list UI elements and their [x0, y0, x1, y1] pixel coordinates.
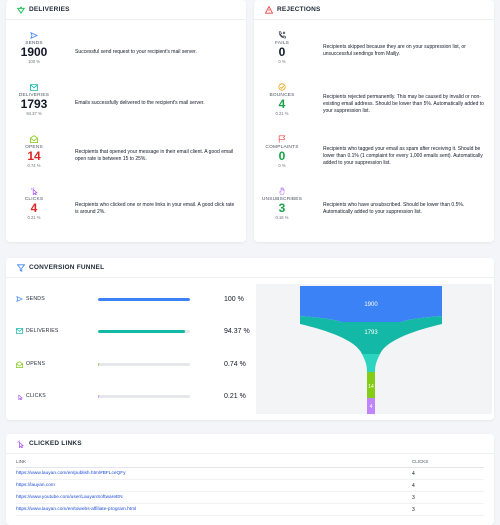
bounce-icon: [278, 82, 286, 92]
deliveries-header-icon: [16, 5, 25, 14]
funnel-header: CONVERSION FUNNEL: [6, 258, 494, 278]
link-clicks: 4: [412, 482, 415, 489]
table-row: https://www.lauyan.com/en/publish.html#B…: [16, 468, 484, 480]
funnel-progress-fill: [98, 362, 99, 366]
funnel-progress-bar: [98, 329, 190, 333]
clicked-links-card: CLICKED LINKS LINK CLICKS https://www.la…: [6, 434, 494, 525]
rejections-header: REJECTIONS: [254, 0, 494, 20]
link-url[interactable]: https://www.youtube.com/user/LauyanSoftw…: [16, 495, 412, 500]
deliveries-card: DELIVERIES SENDS 1900 100 % Successful s…: [6, 0, 246, 242]
link-clicks: 4: [412, 470, 415, 477]
metric-percent: 0 %: [278, 59, 286, 64]
metric-description: Recipients who have unsubscribed. Should…: [323, 202, 465, 215]
metric-description: Emails successfully delivered to the rec…: [75, 100, 205, 106]
funnel-row-label: DELIVERIES: [26, 328, 59, 334]
funnel-row-opens: OPENS 0.74 %: [16, 357, 256, 371]
metric-percent: 0.21 %: [27, 215, 41, 220]
flag-icon: [278, 134, 286, 144]
link-clicks: 3: [412, 494, 415, 501]
cursor-click-icon: [16, 393, 26, 400]
funnel-progress-fill: [98, 329, 185, 333]
metric-value: 1793: [20, 97, 48, 111]
funnel-row-sends: SENDS 100 %: [16, 292, 256, 306]
metric-percent: 0.74 %: [27, 163, 41, 168]
metric-value: 14: [27, 149, 41, 163]
link-url[interactable]: https://www.lauyan.com/en/towebs-affilia…: [16, 507, 412, 512]
metric-description: Recipients rejected permanently. This ma…: [323, 94, 484, 114]
rejections-header-icon: [264, 5, 273, 14]
deliveries-header: DELIVERIES: [6, 0, 246, 20]
send-icon: [30, 30, 38, 40]
funnel-row-label: OPENS: [26, 361, 46, 367]
funnel-chart-label-clicks: 4: [370, 404, 373, 410]
funnel-row-label: SENDS: [26, 296, 45, 302]
funnel-row-percent: 0.74 %: [224, 360, 246, 368]
funnel-row-percent: 94.37 %: [224, 327, 250, 335]
deliveries-title: DELIVERIES: [29, 6, 70, 13]
metric-percent: 0 %: [278, 163, 286, 168]
funnel-chart: 1900 1793 14 4: [256, 284, 492, 414]
send-icon: [16, 296, 26, 302]
metric-description: Recipients who clicked one or more links…: [75, 202, 235, 215]
metric-value: 4: [278, 97, 286, 111]
funnel-row-percent: 0.21 %: [224, 392, 246, 400]
envelope-open-icon: [16, 360, 26, 368]
link-url[interactable]: https://www.lauyan.com/en/publish.html#B…: [16, 471, 412, 476]
envelope-open-icon: [30, 134, 38, 144]
metric-percent: 0.21 %: [275, 111, 289, 116]
funnel-row-clicks: CLICKS 0.21 %: [16, 389, 256, 403]
metric-description: Successful send request to your recipien…: [75, 49, 197, 55]
metric-description: Recipients skipped because they are on y…: [323, 44, 466, 57]
funnel-chart-label-deliveries: 1793: [364, 330, 378, 336]
funnel-header-icon: [16, 263, 25, 272]
funnel-title: CONVERSION FUNNEL: [29, 264, 105, 271]
envelope-check-icon: [30, 82, 38, 92]
metric-percent: 94.37 %: [26, 111, 42, 116]
link-clicks: 3: [412, 506, 415, 513]
hand-icon: [278, 186, 286, 196]
table-row: https://www.lauyan.com/en/towebs-affilia…: [16, 504, 484, 516]
metric-percent: 100 %: [28, 59, 40, 64]
phone-x-icon: [278, 30, 286, 40]
metric-percent: 0.16 %: [275, 215, 289, 220]
table-row: https://www.youtube.com/user/LauyanSoftw…: [16, 492, 484, 504]
rejections-title: REJECTIONS: [277, 6, 321, 13]
metric-value: 3: [278, 201, 286, 215]
funnel-progress-bar: [98, 394, 190, 398]
funnel-row-deliveries: DELIVERIES 94.37 %: [16, 324, 256, 338]
rejections-card: REJECTIONS FAILS 0 0 % Recipients skippe…: [254, 0, 494, 242]
metric-value: 0: [278, 149, 286, 163]
links-header: CLICKED LINKS: [6, 434, 494, 454]
metric-description: Recipients that opened your message in t…: [75, 149, 234, 162]
column-header-link: LINK: [16, 459, 27, 464]
metric-value: 0: [278, 45, 286, 59]
funnel-chart-label-sends: 1900: [364, 302, 378, 308]
metric-value: 4: [30, 201, 38, 215]
funnel-progress-fill: [98, 297, 190, 301]
funnel-row-label: CLICKS: [26, 393, 46, 399]
column-header-clicks: CLICKS: [412, 459, 429, 464]
conversion-funnel-card: CONVERSION FUNNEL SENDS 100 % DELIVERIES…: [6, 258, 494, 420]
cursor-click-icon: [30, 186, 38, 196]
table-row: https://lauyan.com 4: [16, 480, 484, 492]
table-header: LINK CLICKS: [16, 456, 484, 468]
metric-value: 1900: [20, 45, 48, 59]
funnel-progress-bar: [98, 297, 190, 301]
link-url[interactable]: https://lauyan.com: [16, 483, 412, 488]
metric-description: Recipients who tagged your email as spam…: [323, 146, 483, 166]
links-header-icon: [16, 439, 25, 448]
funnel-progress-bar: [98, 362, 190, 366]
envelope-check-icon: [16, 328, 26, 334]
funnel-chart-label-opens: 14: [368, 384, 374, 390]
links-title: CLICKED LINKS: [29, 440, 82, 447]
funnel-row-percent: 100 %: [224, 295, 244, 303]
clicked-links-table: LINK CLICKS https://www.lauyan.com/en/pu…: [16, 456, 484, 516]
